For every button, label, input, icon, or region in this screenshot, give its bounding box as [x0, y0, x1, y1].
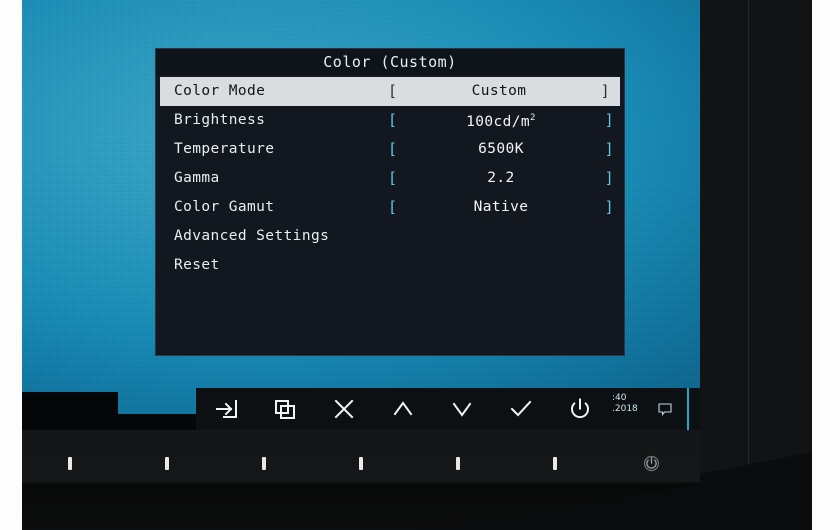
close-icon [333, 398, 355, 420]
bezel-key-marker [165, 456, 170, 470]
checkmark-icon [510, 398, 532, 420]
picture-by-picture-button[interactable] [255, 388, 314, 430]
speech-bubble-icon[interactable] [658, 401, 672, 420]
bezel-key[interactable] [216, 456, 313, 470]
bezel-key-marker [455, 456, 460, 470]
osd-row-value: Custom [471, 83, 527, 99]
osd-row-value: Native [473, 199, 529, 215]
bracket-close: ] [600, 82, 610, 100]
osd-row[interactable]: Advanced Settings [156, 222, 624, 251]
screen-lower-left-dark [22, 392, 118, 430]
power-icon [643, 455, 660, 472]
checkmark-button[interactable] [492, 388, 551, 430]
osd-row-value-group: [6500K] [388, 135, 614, 164]
osd-row-value: 6500K [478, 141, 524, 157]
osd-value-unit-exponent: 2 [530, 113, 536, 124]
osd-value-text: 100cd/m [466, 113, 531, 130]
bracket-close: ] [604, 111, 614, 129]
osd-menu-list: Color Mode[Custom] Brightness[100cd/m2] Te… [156, 75, 624, 280]
chevron-up-icon [392, 398, 414, 420]
osd-row-label: Temperature [174, 141, 275, 157]
bracket-open: [ [388, 198, 398, 216]
osd-row-value-group: [2.2] [388, 164, 614, 193]
monitor-bezel-right [700, 0, 812, 530]
bezel-key-marker [552, 456, 557, 470]
osd-row[interactable]: Brightness [100cd/m2] [156, 106, 624, 135]
osd-row-value: 2.2 [487, 170, 515, 186]
close-button[interactable] [314, 388, 373, 430]
power-button[interactable] [551, 388, 610, 430]
chevron-down-button[interactable] [433, 388, 492, 430]
bezel-key-row [22, 446, 700, 480]
input-select-button[interactable] [196, 388, 255, 430]
bezel-key-marker [68, 456, 73, 470]
bracket-open: [ [388, 169, 398, 187]
osd-row-label: Advanced Settings [174, 228, 330, 244]
taskbar-clock-date: .2018 [612, 404, 638, 414]
bezel-key-marker [262, 456, 267, 470]
osd-title: Color (Custom) [156, 49, 624, 75]
osd-row[interactable]: Color Mode [ Custom] [160, 77, 620, 106]
bezel-key[interactable] [313, 456, 410, 470]
chevron-up-button[interactable] [373, 388, 432, 430]
input-select-icon [215, 398, 237, 420]
photo-edge-left [0, 0, 22, 530]
osd-row-value-group: [ Native] [388, 193, 614, 222]
osd-row-label: Reset [174, 257, 220, 273]
osd-key-guide-bar [196, 388, 610, 430]
osd-row[interactable]: Reset [156, 251, 624, 280]
bracket-close: ] [604, 169, 614, 187]
photo-edge-right [812, 0, 840, 530]
bracket-open: [ [388, 140, 398, 158]
osd-row-label: Gamma [174, 170, 220, 186]
bezel-key[interactable] [22, 456, 119, 470]
windows-taskbar-fragment: :40 .2018 [610, 388, 700, 430]
bracket-close: ] [604, 140, 614, 158]
osd-row-value-group: [ Custom] [388, 77, 610, 106]
taskbar-clock[interactable]: :40 .2018 [612, 393, 638, 415]
bracket-open: [ [388, 82, 398, 100]
bezel-power-button[interactable] [603, 455, 700, 472]
bezel-key-marker [359, 456, 363, 470]
taskbar-accent-strip [687, 388, 689, 430]
osd-row-label: Color Gamut [174, 199, 275, 215]
osd-row[interactable]: Color Gamut [ Native] [156, 193, 624, 222]
picture-by-picture-icon [274, 398, 296, 420]
osd-row-label: Color Mode [174, 83, 266, 99]
osd-row[interactable]: Temperature [6500K] [156, 135, 624, 164]
bracket-close: ] [604, 198, 614, 216]
bezel-key[interactable] [119, 456, 216, 470]
osd-row-value: 100cd/m2 [397, 104, 604, 137]
bezel-key[interactable] [506, 456, 603, 470]
osd-row-label: Brightness [174, 112, 266, 128]
power-icon [569, 398, 591, 420]
osd-row-value-group: [100cd/m2] [388, 104, 614, 137]
bezel-right-seam [748, 0, 749, 490]
osd-menu: Color (Custom) Color Mode[Custom] Brightn… [155, 48, 625, 356]
taskbar-clock-time: :40 [612, 393, 627, 403]
bezel-key[interactable] [409, 456, 506, 470]
chevron-down-icon [451, 398, 473, 420]
monitor-photo: Color (Custom) Color Mode[Custom] Brightn… [0, 0, 840, 530]
osd-row[interactable]: Gamma [2.2] [156, 164, 624, 193]
bracket-open: [ [388, 111, 398, 129]
